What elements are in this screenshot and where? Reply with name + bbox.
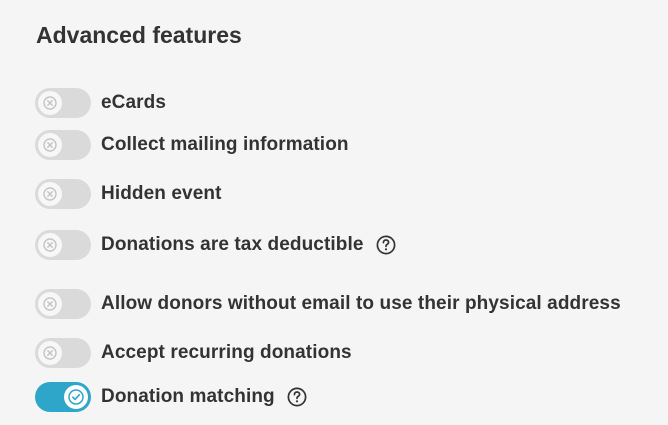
feature-row-hidden-event: Hidden event <box>35 179 222 209</box>
toggle-knob <box>38 133 62 157</box>
toggle-knob <box>38 233 62 257</box>
x-icon <box>43 297 57 311</box>
feature-row-allow-donors-without-email: Allow donors without email to use their … <box>35 289 621 319</box>
donation-matching-label: Donation matching <box>101 386 275 407</box>
donation-matching-toggle[interactable] <box>35 382 91 412</box>
accept-recurring-donations-label: Accept recurring donations <box>101 342 352 363</box>
ecards-label: eCards <box>101 92 167 113</box>
x-icon <box>43 187 57 201</box>
x-icon <box>43 346 57 360</box>
feature-row-donations-tax-deductible: Donations are tax deductible <box>35 230 396 260</box>
allow-donors-without-email-label: Allow donors without email to use their … <box>101 293 621 314</box>
feature-row-accept-recurring-donations: Accept recurring donations <box>35 338 352 368</box>
donations-tax-deductible-toggle[interactable] <box>35 230 91 260</box>
x-icon <box>43 138 57 152</box>
feature-row-donation-matching: Donation matching <box>35 382 307 412</box>
hidden-event-toggle[interactable] <box>35 179 91 209</box>
question-circle-icon[interactable] <box>376 235 396 255</box>
section-title: Advanced features <box>36 22 242 48</box>
allow-donors-without-email-toggle[interactable] <box>35 289 91 319</box>
toggle-knob <box>64 385 88 409</box>
donations-tax-deductible-label: Donations are tax deductible <box>101 234 364 255</box>
question-circle-icon[interactable] <box>287 387 307 407</box>
check-icon <box>68 389 84 405</box>
collect-mailing-information-toggle[interactable] <box>35 130 91 160</box>
toggle-knob <box>38 341 62 365</box>
x-icon <box>43 96 57 110</box>
accept-recurring-donations-toggle[interactable] <box>35 338 91 368</box>
hidden-event-label: Hidden event <box>101 183 222 204</box>
feature-row-collect-mailing-information: Collect mailing information <box>35 130 349 160</box>
toggle-knob <box>38 182 62 206</box>
ecards-toggle[interactable] <box>35 88 91 118</box>
collect-mailing-information-label: Collect mailing information <box>101 134 349 155</box>
toggle-knob <box>38 91 62 115</box>
toggle-knob <box>38 292 62 316</box>
x-icon <box>43 238 57 252</box>
feature-row-ecards: eCards <box>35 88 166 118</box>
